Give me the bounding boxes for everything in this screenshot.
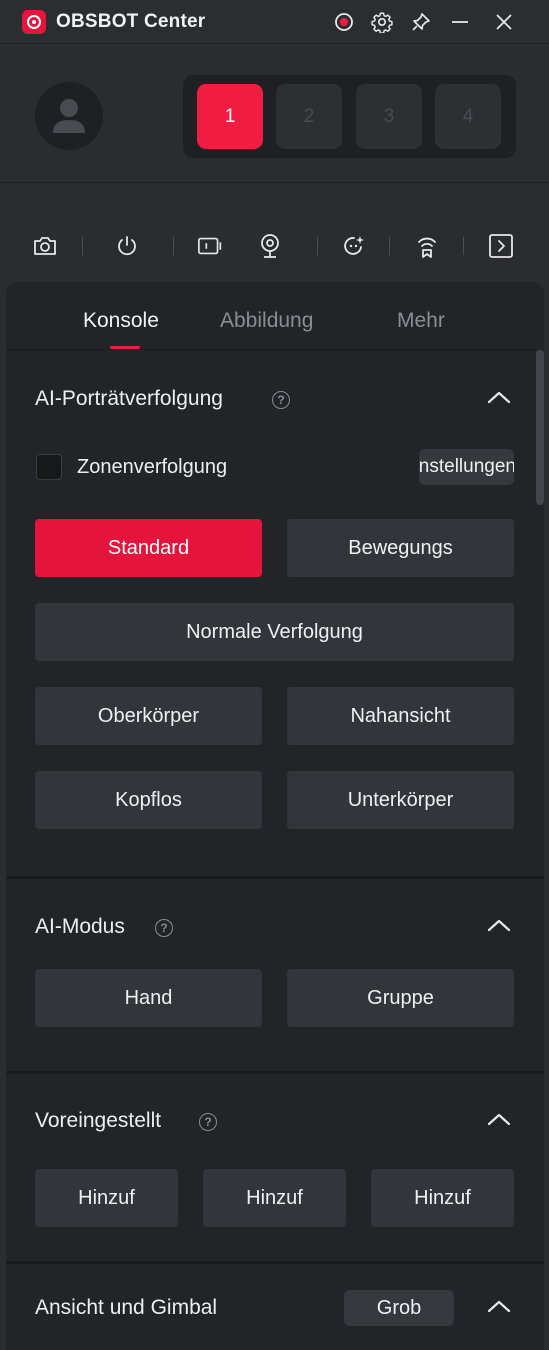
section-divider	[6, 1071, 544, 1074]
preset-add-button-3[interactable]: Hinzuf	[371, 1169, 514, 1227]
chevron-up-icon[interactable]	[486, 916, 512, 934]
webcam-icon[interactable]	[256, 232, 284, 260]
help-icon[interactable]: ?	[155, 919, 173, 937]
avatar[interactable]	[35, 82, 103, 150]
zone-tracking-label: Zonenverfolgung	[77, 456, 228, 478]
group-mode-button[interactable]: Gruppe	[287, 969, 514, 1027]
normal-tracking-button[interactable]: Normale Verfolgung	[35, 603, 514, 661]
device-slot-2[interactable]: 2	[276, 84, 342, 149]
close-icon[interactable]	[492, 10, 516, 34]
section-divider	[6, 876, 544, 879]
video-icon[interactable]	[197, 232, 225, 260]
settings-button[interactable]: Einstellungen	[419, 449, 514, 485]
portrait-tracking-title: AI-Porträtverfolgung	[35, 387, 223, 410]
lower-body-button[interactable]: Unterkörper	[287, 771, 514, 829]
toolbar-divider	[0, 182, 549, 183]
scrollbar[interactable]	[536, 350, 544, 505]
tab-more[interactable]: Mehr	[397, 309, 445, 333]
device-slot-4[interactable]: 4	[435, 84, 501, 149]
help-icon[interactable]: ?	[199, 1113, 217, 1131]
view-gimbal-title: Ansicht und Gimbal	[35, 1296, 218, 1319]
user-icon	[53, 99, 85, 133]
chevron-up-icon[interactable]	[486, 388, 512, 406]
toolbar-separator	[173, 237, 174, 255]
power-icon[interactable]	[113, 232, 141, 260]
ai-mode-title: AI-Modus	[35, 915, 125, 938]
toolbar-separator	[317, 237, 318, 255]
tab-image[interactable]: Abbildung	[220, 309, 313, 333]
gear-icon[interactable]	[370, 10, 394, 34]
app-title: OBSBOT Center	[56, 11, 206, 32]
minimize-icon[interactable]	[448, 10, 472, 34]
gimbal-speed-button[interactable]: Grob	[344, 1290, 454, 1326]
obsbot-logo-icon	[22, 10, 46, 34]
standard-mode-button[interactable]: Standard	[35, 519, 262, 577]
zone-tracking-checkbox[interactable]	[36, 454, 62, 480]
toolbar-separator	[389, 237, 390, 255]
toolbar-separator	[82, 237, 83, 255]
section-divider	[6, 1261, 544, 1264]
tab-divider	[6, 349, 536, 350]
expand-panel-icon[interactable]	[487, 232, 515, 260]
preset-add-button-1[interactable]: Hinzuf	[35, 1169, 178, 1227]
chevron-up-icon[interactable]	[486, 1110, 512, 1128]
device-slot-3[interactable]: 3	[356, 84, 422, 149]
help-icon[interactable]: ?	[272, 391, 290, 409]
chevron-up-icon[interactable]	[486, 1297, 512, 1315]
hand-mode-button[interactable]: Hand	[35, 969, 262, 1027]
motion-mode-button[interactable]: Bewegungs	[287, 519, 514, 577]
pin-icon[interactable]	[409, 10, 433, 34]
upper-body-button[interactable]: Oberkörper	[35, 687, 262, 745]
headless-button[interactable]: Kopflos	[35, 771, 262, 829]
tab-console[interactable]: Konsole	[83, 309, 159, 333]
toolbar-separator	[463, 237, 464, 255]
camera-icon[interactable]	[31, 232, 59, 260]
settings-button-label: Einstellungen	[419, 456, 514, 477]
record-icon[interactable]	[332, 10, 356, 34]
presets-title: Voreingestellt	[35, 1109, 162, 1132]
preset-add-button-2[interactable]: Hinzuf	[203, 1169, 346, 1227]
device-slot-1[interactable]: 1	[197, 84, 263, 149]
close-up-button[interactable]: Nahansicht	[287, 687, 514, 745]
signal-icon[interactable]	[413, 232, 441, 260]
refresh-sparkle-icon[interactable]	[340, 232, 368, 260]
